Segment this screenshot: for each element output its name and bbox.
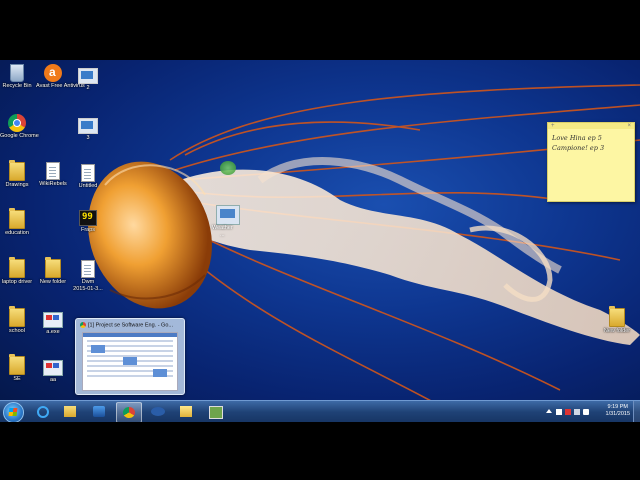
desktop-icon-shot-2[interactable]: 2 (71, 68, 105, 91)
folder-icon (9, 160, 25, 181)
folder-icon (180, 406, 192, 417)
media-player-icon (93, 406, 105, 417)
desktop-icon-wikirebels[interactable]: WikiRebels (36, 162, 70, 187)
application-icon (43, 360, 63, 376)
desktop-icon-education[interactable]: education (0, 208, 34, 236)
chrome-icon (8, 114, 26, 132)
folder-icon (9, 306, 25, 327)
taskbar-folder[interactable] (174, 402, 198, 421)
close-note-button[interactable]: × (627, 123, 631, 129)
thumbnail-window-preview[interactable] (82, 332, 178, 391)
taskbar-screen[interactable] (203, 402, 227, 421)
desktop[interactable]: Recycle Bin Google Chrome Drawings educa… (0, 60, 640, 422)
image-file-icon (78, 118, 98, 134)
taskbar-network[interactable] (145, 402, 169, 421)
folder-icon (9, 257, 25, 278)
folder-icon (609, 306, 625, 327)
thumbnail-title: [1] Project se Software Eng. - Go... (76, 319, 184, 328)
show-desktop-button[interactable] (633, 401, 640, 422)
network-tray-icon[interactable] (574, 409, 580, 415)
show-hidden-icons-icon[interactable] (546, 409, 552, 413)
desktop-icon-recycle-bin[interactable]: Recycle Bin (0, 64, 34, 89)
document-icon (81, 260, 95, 278)
desktop-icon-new-folder[interactable]: New folder (36, 257, 70, 285)
screen-icon (209, 406, 223, 419)
sticky-note-text[interactable]: Love Hina ep 5 Campione! ep 3 (548, 129, 634, 153)
taskbar-ie[interactable] (30, 402, 54, 421)
desktop-icon-new-folder-right[interactable]: New folder (600, 306, 634, 334)
desktop-icon-fraps[interactable]: Fraps (71, 210, 105, 233)
volume-icon[interactable] (583, 409, 589, 415)
avast-tray-icon[interactable] (565, 409, 571, 415)
chrome-icon (80, 322, 86, 328)
desktop-icon-exe1[interactable]: a.exe (36, 312, 70, 335)
desktop-icon-shot-3[interactable]: 3 (71, 118, 105, 141)
folder-icon (9, 354, 25, 375)
weather-gadget-icon (220, 161, 236, 175)
desktop-icon-chrome[interactable]: Google Chrome (0, 114, 39, 139)
desktop-icon-untitled[interactable]: Untitled (71, 164, 105, 189)
desktop-icon-drawings[interactable]: Drawings (0, 160, 34, 188)
fraps-icon (79, 210, 97, 226)
add-note-button[interactable]: + (551, 123, 555, 129)
taskbar-explorer[interactable] (58, 402, 82, 421)
desktop-icon-dwm[interactable]: Dwm 2015-01-3... (71, 260, 105, 292)
image-file-icon (78, 68, 98, 84)
desktop-icon-se[interactable]: SE (0, 354, 34, 382)
application-icon (43, 312, 63, 328)
recycle-bin-icon (10, 64, 24, 82)
system-tray[interactable]: 9:19 PM 1/31/2015 (540, 401, 640, 422)
sticky-note[interactable]: + × Love Hina ep 5 Campione! ep 3 (547, 122, 635, 202)
avast-icon (44, 64, 62, 82)
taskbar-media-player[interactable] (87, 402, 111, 421)
chrome-icon (123, 407, 135, 418)
taskbar-thumbnail-preview[interactable]: [1] Project se Software Eng. - Go... (75, 318, 185, 395)
document-icon (81, 164, 95, 182)
clock[interactable]: 9:19 PM 1/31/2015 (606, 404, 630, 418)
start-button[interactable] (3, 402, 24, 422)
desktop-icon-exe2[interactable]: aa (36, 360, 70, 383)
document-icon (46, 162, 60, 180)
network-icon (151, 407, 165, 416)
explorer-icon (64, 406, 76, 417)
computer-icon (216, 205, 240, 225)
sticky-note-titlebar: + × (548, 123, 634, 129)
desktop-icon-laptop-driver[interactable]: laptop driver (0, 257, 34, 285)
ie-icon (37, 406, 49, 418)
desktop-icon-school[interactable]: school (0, 306, 34, 334)
desktop-icon-avast[interactable]: Avast Free Antivirus (36, 64, 85, 89)
flag-icon[interactable] (556, 409, 562, 415)
taskbar-chrome[interactable] (116, 402, 142, 422)
folder-icon (9, 208, 25, 229)
taskbar[interactable]: 9:19 PM 1/31/2015 (0, 400, 640, 422)
folder-icon (45, 257, 61, 278)
